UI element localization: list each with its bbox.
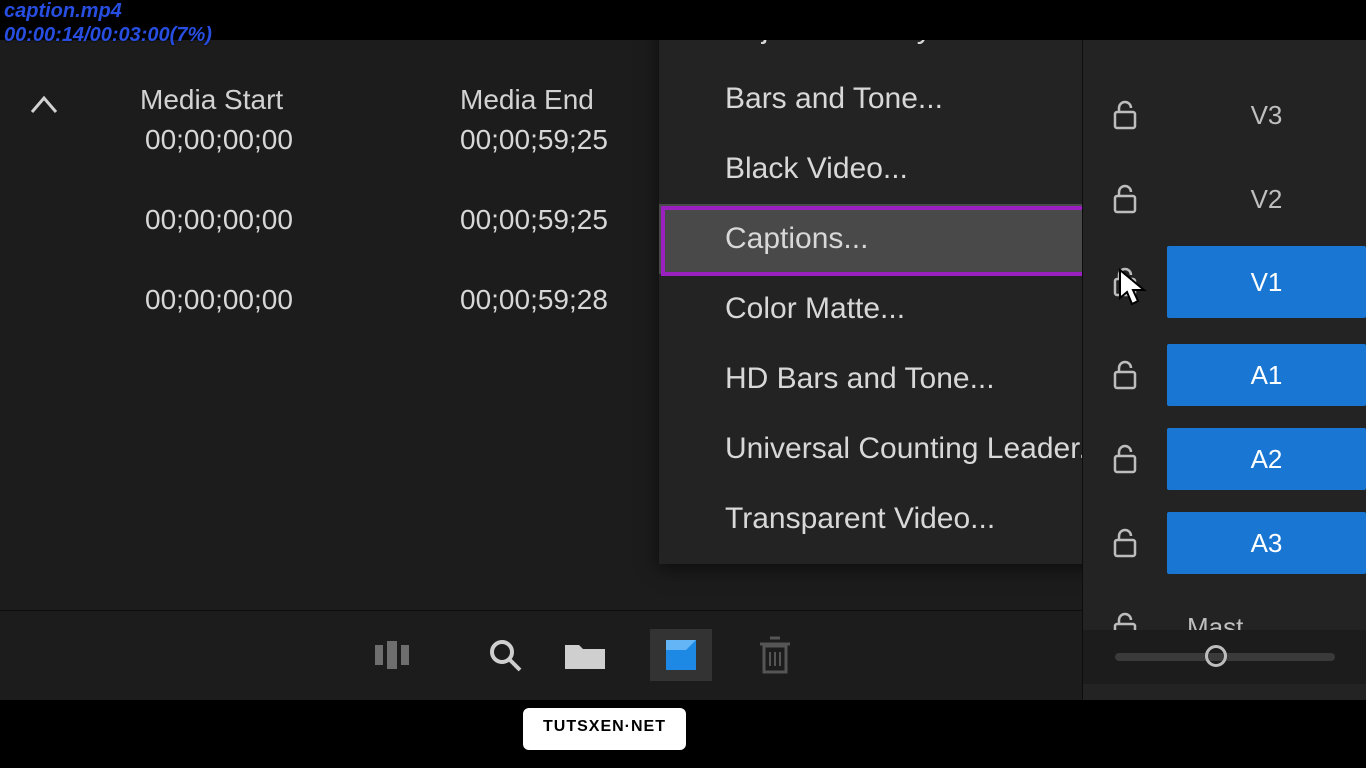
column-media-end[interactable]: Media End (460, 84, 594, 116)
track-row-a3[interactable]: A3 (1083, 502, 1366, 584)
media-end-value: 00;00;59;28 (460, 284, 608, 316)
overlay-timestamp: 00:00:14/00:03:00(7%) (4, 24, 212, 47)
collapse-chevron-icon[interactable] (30, 90, 60, 121)
overlay-filename: caption.mp4 (4, 0, 122, 23)
media-start-value: 00;00;00;00 (145, 204, 293, 236)
new-bin-icon[interactable] (560, 633, 610, 677)
table-row[interactable]: 00;00;00;00 00;00;59;25 (0, 204, 660, 284)
track-row-a1[interactable]: A1 (1083, 334, 1366, 416)
media-end-value: 00;00;59;25 (460, 204, 608, 236)
track-label[interactable]: A1 (1167, 344, 1366, 406)
project-toolbar (0, 610, 1082, 700)
track-label[interactable]: V1 (1167, 246, 1366, 318)
lock-icon[interactable] (1083, 444, 1167, 474)
watermark-badge: TUTSXEN·NET (523, 708, 686, 750)
media-start-value: 00;00;00;00 (145, 124, 293, 156)
lock-icon[interactable] (1083, 100, 1167, 130)
search-icon[interactable] (480, 633, 530, 677)
table-row[interactable]: 00;00;00;00 00;00;59;25 (0, 124, 660, 204)
new-item-icon[interactable] (650, 629, 712, 681)
lock-icon[interactable] (1083, 528, 1167, 558)
slider-knob-icon[interactable] (1205, 645, 1227, 667)
lock-icon[interactable] (1083, 184, 1167, 214)
table-row[interactable]: 00;00;00;00 00;00;59;28 (0, 284, 660, 364)
media-table-header: Media Start Media End (0, 62, 660, 124)
track-label[interactable]: A2 (1167, 428, 1366, 490)
track-label[interactable]: V3 (1167, 84, 1366, 146)
timeline-tracks-panel: V3 V2 V1 A1 A2 A3 Mast (1082, 40, 1366, 740)
track-label[interactable]: A3 (1167, 512, 1366, 574)
track-row-v1[interactable]: V1 (1083, 234, 1366, 330)
lock-icon[interactable] (1083, 267, 1167, 297)
track-label[interactable]: V2 (1167, 168, 1366, 230)
column-media-start[interactable]: Media Start (140, 84, 283, 116)
track-row-v3[interactable]: V3 (1083, 74, 1366, 156)
track-row-v2[interactable]: V2 (1083, 158, 1366, 240)
timeline-zoom-slider[interactable] (1083, 630, 1366, 684)
thumbnail-view-icon[interactable] (370, 633, 420, 677)
lock-icon[interactable] (1083, 360, 1167, 390)
track-row-a2[interactable]: A2 (1083, 418, 1366, 500)
trash-icon[interactable] (750, 633, 800, 677)
media-start-value: 00;00;00;00 (145, 284, 293, 316)
media-end-value: 00;00;59;25 (460, 124, 608, 156)
